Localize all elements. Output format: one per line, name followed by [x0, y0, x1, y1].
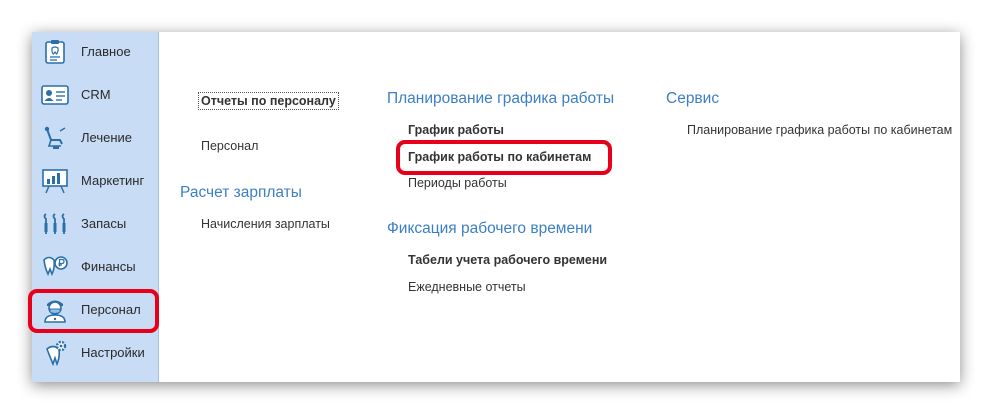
sidebar-item-marketing[interactable]: Маркетинг — [32, 163, 158, 199]
sidebar-item-label: Лечение — [81, 130, 133, 145]
work-periods-link[interactable]: Периоды работы — [408, 176, 507, 190]
salary-section-title: Расчет зарплаты — [180, 184, 302, 201]
dental-chair-icon — [41, 125, 69, 151]
sidebar-item-staff[interactable]: Персонал — [32, 292, 158, 328]
work-schedule-link[interactable]: График работы — [408, 123, 504, 137]
sidebar-item-label: Запасы — [81, 216, 127, 231]
doctor-icon — [41, 297, 69, 323]
timesheets-link[interactable]: Табели учета рабочего времени — [408, 253, 607, 267]
service-section-title: Сервис — [666, 90, 720, 107]
contact-card-icon — [41, 82, 69, 108]
staff-section-content: Отчеты по персоналу Персонал Расчет зарп… — [159, 32, 960, 382]
salary-accruals-link[interactable]: Начисления зарплаты — [201, 217, 330, 231]
sidebar: Главное CRM Лечение Маркетинг Запасы Фин… — [28, 32, 159, 382]
sidebar-item-finance[interactable]: Финансы — [32, 249, 158, 285]
dental-tools-icon — [41, 211, 69, 237]
sidebar-item-label: Маркетинг — [81, 173, 145, 188]
sidebar-item-settings[interactable]: Настройки — [32, 335, 158, 371]
sidebar-item-crm[interactable]: CRM — [32, 77, 158, 113]
daily-reports-link[interactable]: Ежедневные отчеты — [408, 280, 526, 294]
sidebar-item-label: Персонал — [81, 302, 141, 317]
room-schedule-link[interactable]: График работы по кабинетам — [408, 150, 591, 164]
staff-link[interactable]: Персонал — [201, 139, 258, 153]
room-schedule-planning-link[interactable]: Планирование графика работы по кабинетам — [687, 123, 952, 137]
tooth-coin-icon — [41, 254, 69, 280]
sidebar-item-treatment[interactable]: Лечение — [32, 120, 158, 156]
sidebar-item-stock[interactable]: Запасы — [32, 206, 158, 242]
sidebar-item-label: CRM — [81, 87, 111, 102]
presentation-board-icon — [41, 168, 69, 194]
sidebar-item-main[interactable]: Главное — [32, 34, 158, 70]
staff-reports-link[interactable]: Отчеты по персоналу — [198, 92, 339, 110]
time-tracking-section-title: Фиксация рабочего времени — [387, 220, 593, 237]
app-window: Главное CRM Лечение Маркетинг Запасы Фин… — [28, 32, 960, 382]
clipboard-tooth-icon — [41, 39, 69, 65]
tooth-gear-icon — [41, 340, 69, 366]
schedule-planning-section-title: Планирование графика работы — [387, 90, 615, 107]
sidebar-item-label: Главное — [81, 44, 131, 59]
sidebar-item-label: Финансы — [81, 259, 136, 274]
sidebar-item-label: Настройки — [81, 345, 145, 360]
